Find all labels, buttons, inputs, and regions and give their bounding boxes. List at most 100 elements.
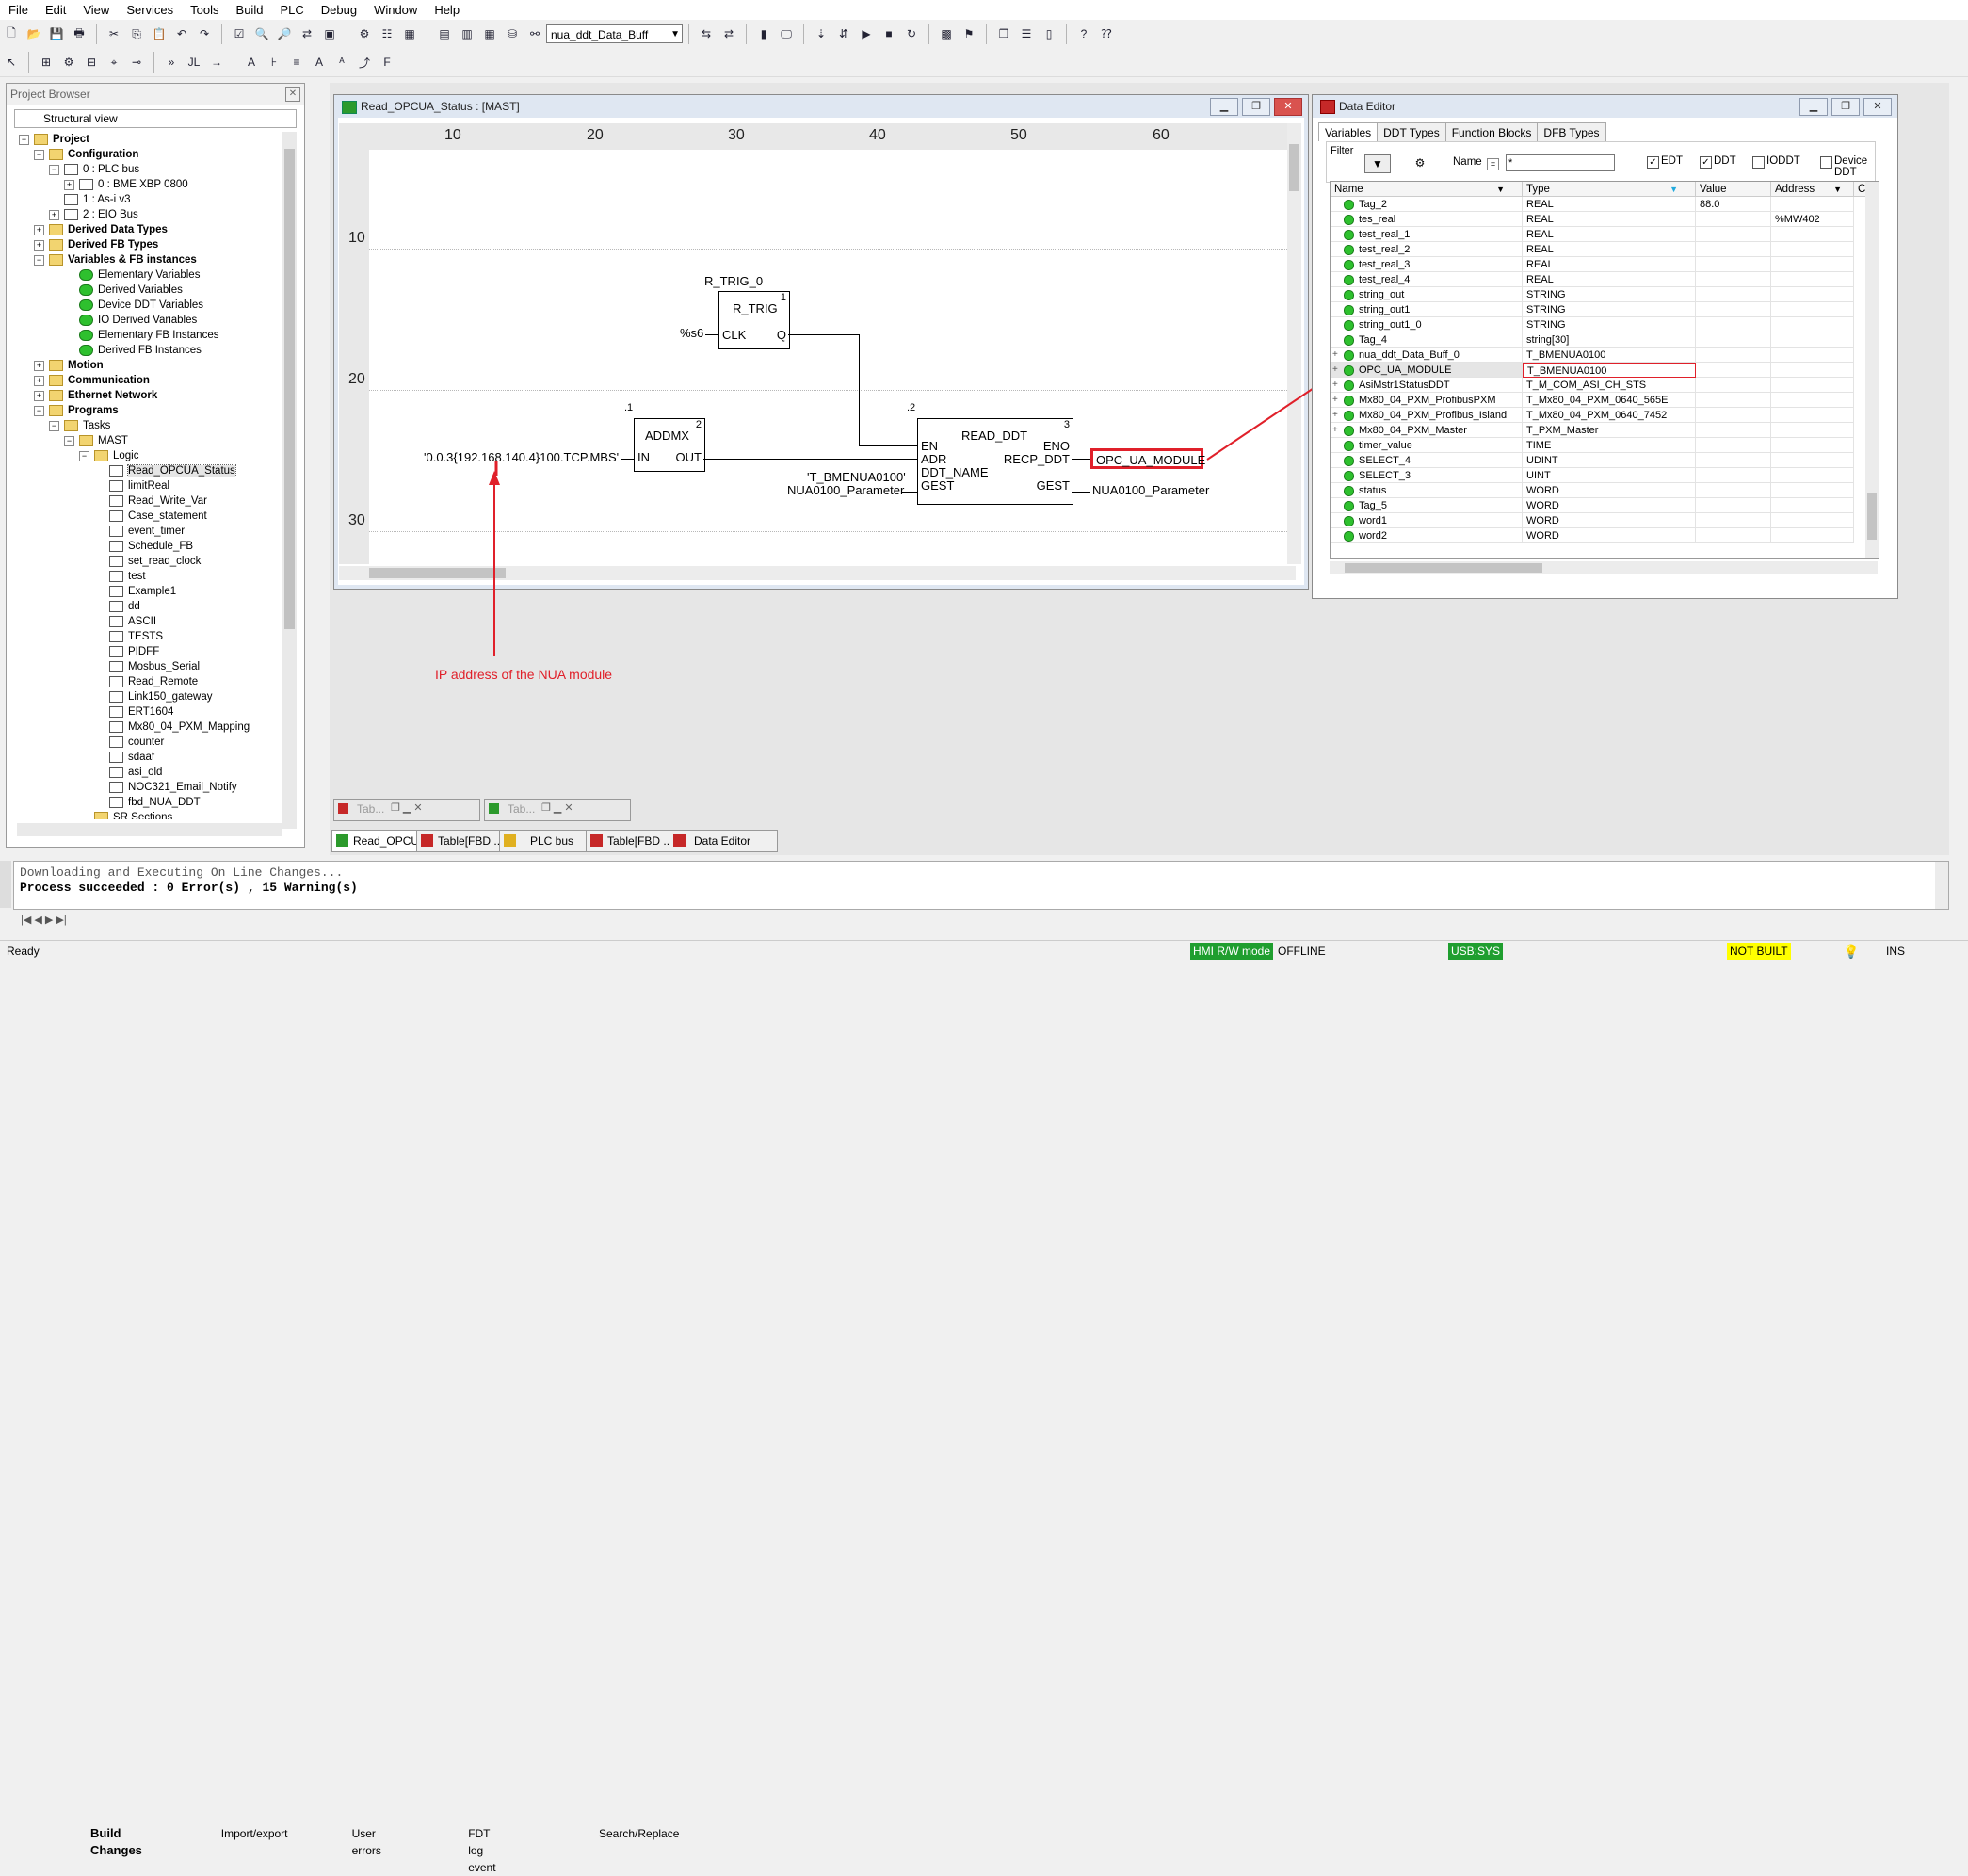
row-address[interactable] [1771, 348, 1854, 363]
table-row[interactable]: Tag_2 REAL 88.0 [1331, 197, 1863, 212]
tree-item[interactable]: Mx80_04_PXM_Mapping [17, 720, 282, 735]
row-address[interactable] [1771, 227, 1854, 242]
menu-tools[interactable]: Tools [182, 0, 227, 20]
animation-icon[interactable]: ▩ [937, 24, 956, 43]
binoculars-icon[interactable]: ⚯ [525, 24, 544, 43]
compare-icon[interactable]: ⇵ [834, 24, 853, 43]
expand-icon[interactable]: + [34, 391, 44, 401]
tree-item[interactable]: Derived FB Instances [17, 343, 282, 358]
tree-item[interactable]: test [17, 569, 282, 584]
menu-services[interactable]: Services [118, 0, 182, 20]
row-address[interactable] [1771, 287, 1854, 302]
col-header-address[interactable]: Address ▼ [1771, 182, 1854, 197]
row-value[interactable] [1696, 423, 1771, 438]
run-icon[interactable]: ▶ [857, 24, 876, 43]
tree-item[interactable]: 1 : As-i v3 [17, 192, 282, 207]
expand-icon[interactable]: + [1332, 408, 1338, 422]
tree-item[interactable]: Case_statement [17, 509, 282, 524]
row-value[interactable] [1696, 378, 1771, 393]
tree-item[interactable]: − MAST [17, 433, 282, 448]
grid-icon[interactable]: ▦ [400, 24, 419, 43]
row-value[interactable] [1696, 257, 1771, 272]
tree-item[interactable]: dd [17, 599, 282, 614]
tree-item[interactable]: + Derived FB Types [17, 237, 282, 252]
col-header-type[interactable]: Type ▼ [1523, 182, 1696, 197]
table-icon[interactable]: ▦ [480, 24, 499, 43]
paste-icon[interactable]: 📋 [150, 24, 169, 43]
close-button[interactable]: ✕ [1274, 98, 1302, 116]
tree-item[interactable]: limitReal [17, 478, 282, 493]
distribute-icon[interactable]: ≡ [287, 53, 306, 72]
tile-horizontal-icon[interactable]: ☰ [1017, 24, 1036, 43]
row-address[interactable] [1771, 332, 1854, 348]
cascade-icon[interactable]: ❐ [994, 24, 1013, 43]
transfer-icon[interactable]: ⇣ [812, 24, 831, 43]
table-row[interactable]: status WORD [1331, 483, 1863, 498]
filter-funnel-icon[interactable]: ▼ [1364, 154, 1391, 173]
table-row[interactable]: timer_value TIME [1331, 438, 1863, 453]
collapse-icon[interactable]: − [19, 135, 29, 145]
table-row[interactable]: + Mx80_04_PXM_Master T_PXM_Master [1331, 423, 1863, 438]
de-minimize-button[interactable]: ▁ [1799, 98, 1828, 116]
row-address[interactable] [1771, 528, 1854, 543]
minimized-window-2[interactable]: Tab... ❐ ▁ ✕ [484, 799, 631, 821]
tree-item[interactable]: IO Derived Variables [17, 313, 282, 328]
project-tree-hscrollbar[interactable] [17, 823, 282, 836]
comment-icon[interactable]: A [242, 53, 261, 72]
tile-vertical-icon[interactable]: ▯ [1040, 24, 1058, 43]
checkbox-device-ddt[interactable] [1820, 156, 1832, 169]
menu-plc[interactable]: PLC [271, 0, 312, 20]
collapse-icon[interactable]: − [79, 451, 89, 461]
row-value[interactable] [1696, 227, 1771, 242]
help-icon[interactable]: ? [1074, 24, 1093, 43]
tree-item[interactable]: Read_OPCUA_Status [17, 463, 282, 478]
tree-item[interactable]: SR Sections [17, 810, 282, 819]
tree-item[interactable]: − Tasks [17, 418, 282, 433]
table-row[interactable]: + Mx80_04_PXM_ProfibusPXM T_Mx80_04_PXM_06… [1331, 393, 1863, 408]
tree-item[interactable]: − 0 : PLC bus [17, 162, 282, 177]
row-value[interactable] [1696, 332, 1771, 348]
copy-icon[interactable]: ⎘ [127, 24, 146, 43]
row-address[interactable] [1771, 257, 1854, 272]
col-header-value[interactable]: Value [1696, 182, 1771, 197]
tree-item[interactable]: + Motion [17, 358, 282, 373]
table-row[interactable]: word2 WORD [1331, 528, 1863, 543]
link-icon[interactable]: ⌖ [105, 53, 123, 72]
minimize-button[interactable]: ▁ [1210, 98, 1238, 116]
jump-icon[interactable]: ⊸ [127, 53, 146, 72]
row-value[interactable] [1696, 393, 1771, 408]
row-value[interactable] [1696, 468, 1771, 483]
tree-item[interactable]: PIDFF [17, 644, 282, 659]
row-address[interactable] [1771, 438, 1854, 453]
menu-help[interactable]: Help [426, 0, 468, 20]
tree-item[interactable]: Device DDT Variables [17, 298, 282, 313]
expand-icon[interactable]: + [49, 210, 59, 220]
tree-item[interactable]: − Project [17, 132, 282, 147]
de-close-button[interactable]: ✕ [1863, 98, 1892, 116]
font-icon[interactable]: ᴬ [332, 53, 351, 72]
menu-window[interactable]: Window [365, 0, 426, 20]
function-icon[interactable]: F [378, 53, 396, 72]
collapse-icon[interactable]: − [34, 255, 44, 266]
fbd-ef-icon[interactable]: ⚙ [59, 53, 78, 72]
tree-item[interactable]: + Communication [17, 373, 282, 388]
browser-icon[interactable]: ▤ [435, 24, 454, 43]
row-value[interactable] [1696, 483, 1771, 498]
output-tab-nav[interactable]: |◀ ◀ ▶ ▶| [21, 914, 67, 926]
variables-hscrollbar[interactable] [1330, 561, 1878, 574]
menu-view[interactable]: View [74, 0, 118, 20]
debug-icon[interactable]: ⚑ [960, 24, 978, 43]
tree-item[interactable]: − Programs [17, 403, 282, 418]
menu-build[interactable]: Build [228, 0, 272, 20]
fbd-block-icon[interactable]: ⊞ [37, 53, 56, 72]
tree-item[interactable]: ERT1604 [17, 704, 282, 720]
table-row[interactable]: SELECT_4 UDINT [1331, 453, 1863, 468]
cut-icon[interactable]: ✂ [105, 24, 123, 43]
tree-item[interactable]: ASCII [17, 614, 282, 629]
row-value[interactable] [1696, 498, 1771, 513]
editor-icon[interactable]: ▥ [458, 24, 476, 43]
row-address[interactable] [1771, 498, 1854, 513]
find-next-icon[interactable]: 🔎 [275, 24, 294, 43]
table-row[interactable]: test_real_4 REAL [1331, 272, 1863, 287]
tree-item[interactable]: + Derived Data Types [17, 222, 282, 237]
